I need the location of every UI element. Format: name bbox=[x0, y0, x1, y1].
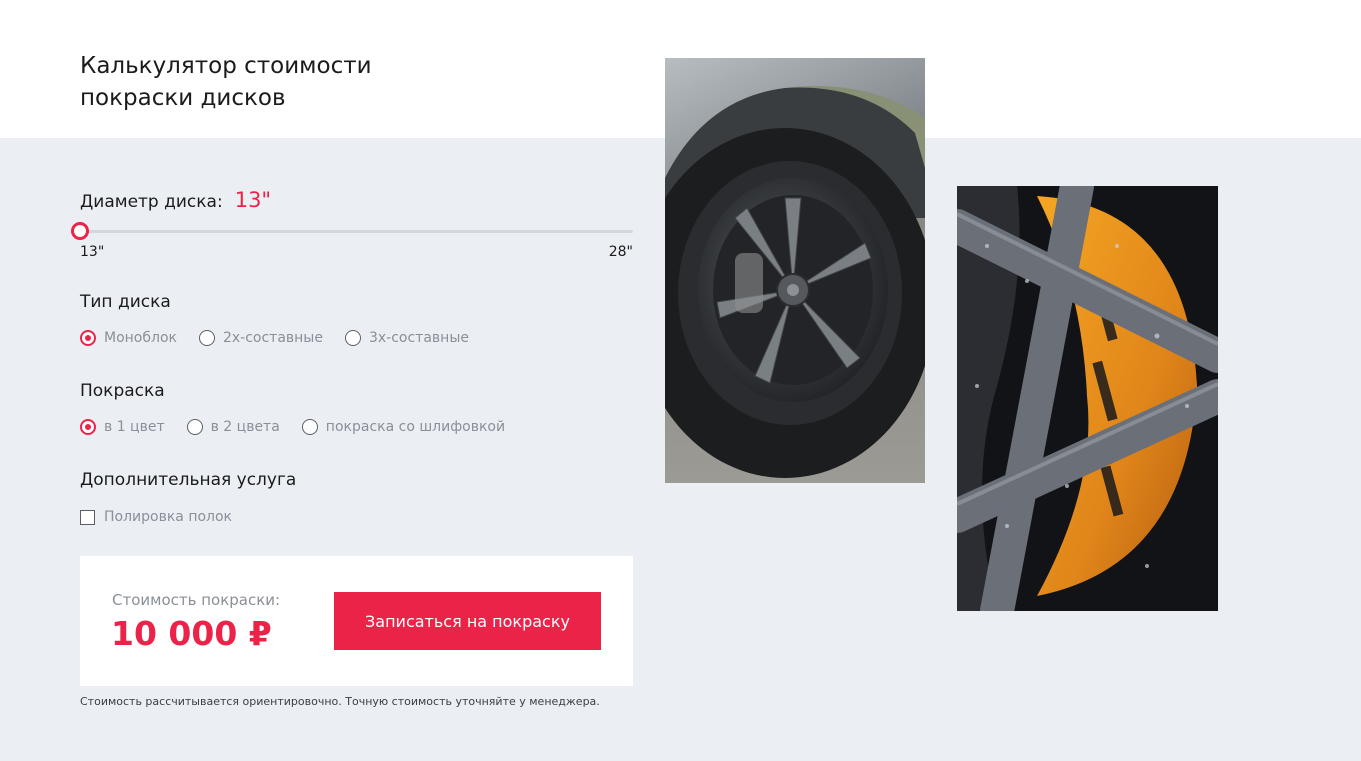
option-label: Полировка полок bbox=[104, 509, 233, 525]
radio-button[interactable] bbox=[80, 419, 96, 435]
radio-button[interactable] bbox=[80, 330, 96, 346]
slider-track[interactable] bbox=[80, 230, 633, 233]
page-title-line1: Калькулятор стоимости bbox=[80, 53, 372, 79]
price-label: Стоимость покраски: bbox=[112, 591, 281, 609]
checkbox[interactable] bbox=[80, 509, 95, 525]
option-label: 3х-составные bbox=[368, 330, 469, 346]
price-disclaimer: Стоимость рассчитывается ориентировочно.… bbox=[80, 695, 600, 708]
disk-type-option-2-piece[interactable]: 2х-составные bbox=[198, 330, 323, 346]
slider-min-label: 13" bbox=[80, 244, 105, 260]
diameter-slider[interactable] bbox=[71, 222, 633, 240]
radio-button[interactable] bbox=[186, 419, 203, 435]
diameter-label: Диаметр диска: bbox=[80, 192, 223, 212]
option-label: покраска со шлифовкой bbox=[325, 419, 506, 435]
price-card: Стоимость покраски: 10 000 ₽ Записаться … bbox=[80, 556, 633, 686]
page-title: Калькулятор стоимости покраски дисков bbox=[80, 50, 500, 114]
option-label: 2х-составные bbox=[222, 330, 323, 346]
caliper-image bbox=[957, 186, 1218, 611]
option-label: в 2 цвета bbox=[210, 419, 280, 435]
book-painting-button[interactable]: Записаться на покраску bbox=[334, 592, 601, 650]
extra-service-title: Дополнительная услуга bbox=[80, 470, 297, 490]
diameter-header: Диаметр диска: 13" bbox=[80, 188, 271, 212]
disk-type-option-3-piece[interactable]: 3х-составные bbox=[344, 330, 469, 346]
slider-thumb[interactable] bbox=[71, 222, 89, 240]
painting-title: Покраска bbox=[80, 381, 165, 401]
wheel-photo bbox=[665, 58, 925, 483]
painting-option-2-colors[interactable]: в 2 цвета bbox=[186, 419, 280, 435]
painting-options: в 1 цвет в 2 цвета покраска со шлифовкой bbox=[80, 419, 527, 435]
extra-service-options: Полировка полок bbox=[80, 509, 254, 525]
painting-option-1-color[interactable]: в 1 цвет bbox=[80, 419, 165, 435]
radio-button[interactable] bbox=[344, 330, 361, 346]
option-label: Моноблок bbox=[104, 330, 177, 346]
price-value: 10 000 ₽ bbox=[111, 614, 272, 653]
radio-button[interactable] bbox=[301, 419, 318, 435]
caliper-photo bbox=[957, 186, 1218, 611]
slider-max-label: 28" bbox=[608, 244, 633, 260]
disk-type-options: Моноблок 2х-составные 3х-составные bbox=[80, 330, 491, 346]
wheel-image bbox=[665, 58, 925, 483]
page-title-line2: покраски дисков bbox=[80, 85, 286, 111]
painting-option-grinding[interactable]: покраска со шлифовкой bbox=[301, 419, 506, 435]
radio-button[interactable] bbox=[198, 330, 215, 346]
disk-type-option-monoblock[interactable]: Моноблок bbox=[80, 330, 177, 346]
extra-option-polishing[interactable]: Полировка полок bbox=[80, 509, 232, 525]
disk-type-title: Тип диска bbox=[80, 292, 171, 312]
option-label: в 1 цвет bbox=[104, 419, 165, 435]
diameter-value: 13" bbox=[234, 188, 272, 212]
